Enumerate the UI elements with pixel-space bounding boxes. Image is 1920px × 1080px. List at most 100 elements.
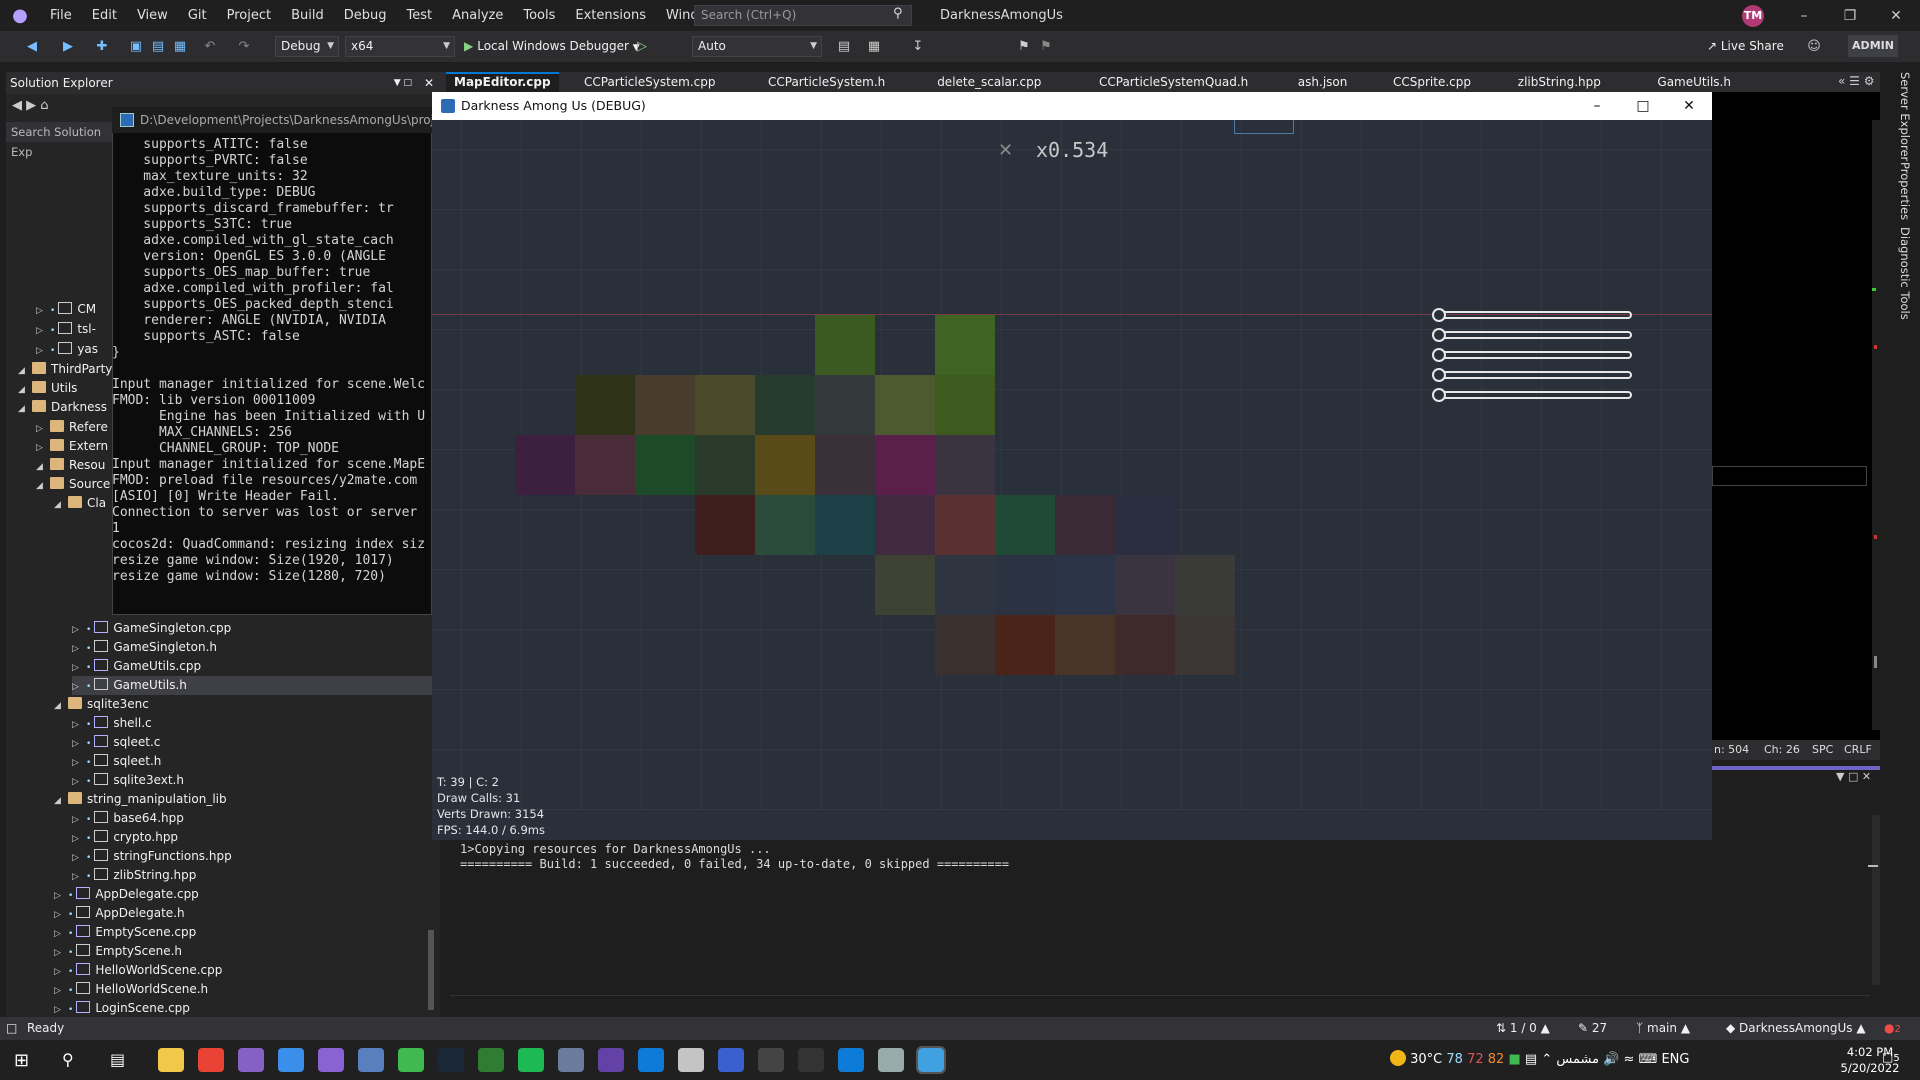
expand-arrow-icon[interactable]: ◢ [36,477,50,496]
game-app-icon[interactable] [758,1048,784,1072]
tab-ash-json[interactable]: ash.json [1290,72,1356,92]
close-icon[interactable]: ✕ [424,72,434,94]
map-tile[interactable] [1115,495,1175,555]
bookmark-icon[interactable]: ⚑ [1014,37,1034,57]
expand-arrow-icon[interactable]: ▷ [36,322,50,341]
feedback-icon[interactable]: ☺ [1804,37,1824,57]
slider-knob[interactable] [1432,388,1446,402]
tab-properties[interactable]: Properties [1898,162,1912,220]
live-share-button[interactable]: ↗ Live Share [1707,36,1784,57]
file-explorer-icon[interactable] [158,1048,184,1072]
tree-item[interactable]: ▷ • sqleet.h [72,752,161,771]
tree-item[interactable]: ◢ Source [36,475,110,494]
tab-ccparticlesystemquad-h[interactable]: CCParticleSystemQuad.h [1091,72,1256,92]
auto-dropdown[interactable]: Auto ▼ [692,36,822,57]
menu-item-extensions[interactable]: Extensions [565,0,656,31]
step-icon[interactable]: ↧ [908,37,928,57]
solution-search-input[interactable]: Search Solution Exp [6,122,116,159]
back-icon[interactable]: ◀ [22,37,42,57]
visual-studio-logo-icon[interactable]: ● [0,0,40,31]
game-canvas[interactable]: ✕ x0.534 T: 39 | C: 2 Draw Calls: 31 Ver… [432,120,1712,840]
map-tile[interactable] [1055,495,1115,555]
expand-arrow-icon[interactable]: ◢ [54,792,68,811]
new-project-icon[interactable]: ✚ [92,37,112,57]
menu-item-file[interactable]: File [40,0,82,31]
tab-overflow-icon[interactable]: « ☰ ⚙ [1838,74,1875,88]
chrome-icon[interactable] [198,1048,224,1072]
menu-item-test[interactable]: Test [397,0,443,31]
calculator-icon[interactable] [878,1048,904,1072]
darkness-among-us-icon[interactable] [916,1046,946,1074]
notifications-icon[interactable]: ●2 [1884,1017,1901,1041]
tree-item[interactable]: ▷ • GameUtils.h [72,676,482,695]
menu-item-edit[interactable]: Edit [82,0,127,31]
config-dropdown[interactable]: Debug ▼ [275,36,339,57]
gpu-icon[interactable]: ■ [1508,1052,1520,1067]
slider[interactable] [1432,328,1632,342]
tree-item[interactable]: ▷ • sqleet.c [72,733,160,752]
tree-item[interactable]: ◢ Resou [36,456,105,475]
spotify-icon[interactable] [518,1048,544,1072]
tree-item[interactable]: ◢ string_manipulation_lib [54,790,227,809]
notification-center-icon[interactable]: □5 [1882,1050,1906,1070]
lines-info[interactable]: ⇅ 1 / 0 ▲ [1496,1017,1550,1040]
map-tile[interactable] [935,375,995,435]
map-tile[interactable] [875,435,935,495]
tab-ccparticlesystem-cpp[interactable]: CCParticleSystem.cpp [576,72,724,92]
map-tile[interactable] [815,435,875,495]
search-icon[interactable]: ⚲ [62,1050,74,1069]
panel-controls[interactable]: ▼ □ ✕ [1836,770,1871,783]
tab-ccparticlesystem-h[interactable]: CCParticleSystem.h [760,72,893,92]
tree-item[interactable]: ▷ • HelloWorldScene.cpp [54,961,222,980]
task-view-icon[interactable]: ▤ [110,1050,125,1069]
restore-icon[interactable]: ❐ [1836,4,1864,28]
map-tile[interactable] [935,435,995,495]
app-icon[interactable] [358,1048,384,1072]
language-indicator[interactable]: ENG [1661,1052,1689,1067]
bookmark-prev-icon[interactable]: ⚑ [1036,37,1056,57]
scroll-thumb[interactable] [1874,656,1877,668]
tab-ccsprite-cpp[interactable]: CCSprite.cpp [1385,72,1479,92]
start-without-debugging-icon[interactable]: ▷ [632,37,652,57]
map-tile[interactable] [755,495,815,555]
weather-temp[interactable]: 30°C [1410,1052,1442,1067]
tab-mapeditor-cpp[interactable]: MapEditor.cpp [446,72,559,92]
forward-icon[interactable]: ▶ [58,37,78,57]
slider[interactable] [1432,308,1632,322]
expand-arrow-icon[interactable]: ◢ [54,496,68,515]
map-tile[interactable] [875,375,935,435]
map-tile[interactable] [635,435,695,495]
menu-item-debug[interactable]: Debug [334,0,397,31]
back-icon[interactable]: ◀ [12,98,22,113]
code-editor[interactable] [1712,92,1880,740]
windows-start-icon[interactable]: ⊞ [14,1050,29,1071]
tree-item[interactable]: ▷ • GameSingleton.h [72,638,217,657]
slider-knob[interactable] [1432,368,1446,382]
admin-badge[interactable]: ADMIN [1848,35,1898,57]
refresh-app-icon[interactable] [398,1048,424,1072]
output-hscrollbar[interactable] [450,995,1870,1007]
home-icon[interactable]: ⌂ [40,98,48,113]
expand-arrow-icon[interactable]: ◢ [18,400,32,419]
tree-item[interactable]: ▷ Refere [36,418,108,437]
line-ending[interactable]: CRLF [1844,740,1872,760]
tree-item[interactable]: ◢ Cla [54,494,106,513]
github-desktop-icon[interactable] [318,1048,344,1072]
tree-item[interactable]: ▷ • LoginScene.cpp [54,999,190,1018]
avatar[interactable]: TM [1742,5,1764,27]
save-all-icon[interactable]: ▦ [170,37,190,57]
remote-desktop-icon[interactable] [718,1048,744,1072]
redo-icon[interactable]: ↷ [234,37,254,57]
layout-icon[interactable]: ▦ [864,37,884,57]
minimize-icon[interactable]: – [1574,92,1620,120]
solution-scrollbar[interactable] [428,930,434,1010]
close-icon[interactable]: ✕ [1882,4,1910,28]
map-tile[interactable] [815,315,875,375]
close-icon[interactable]: ✕ [1666,92,1712,120]
map-tile[interactable] [515,435,575,495]
tree-item[interactable]: ◢ Utils [18,379,77,398]
edge-icon[interactable] [638,1048,664,1072]
map-tile[interactable] [935,315,995,375]
teams-icon[interactable] [598,1048,624,1072]
slider-knob[interactable] [1432,348,1446,362]
